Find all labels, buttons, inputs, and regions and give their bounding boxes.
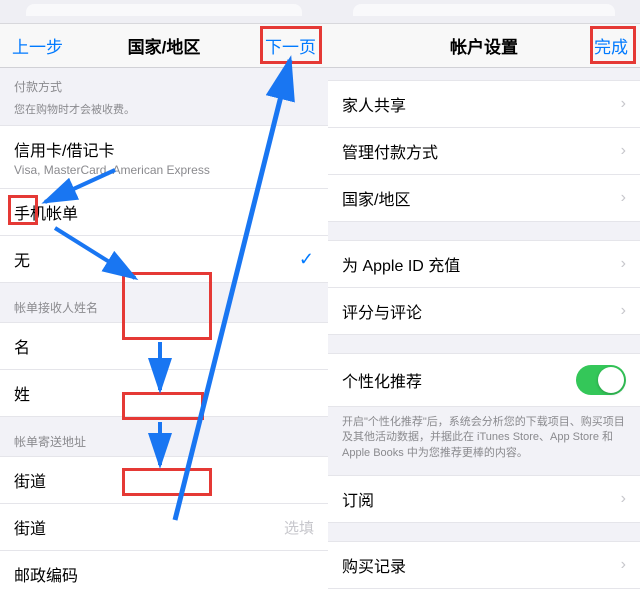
navbar-left: 上一步 国家/地区 下一页	[0, 24, 328, 68]
personal-reco-desc: 开启"个性化推荐"后，系统会分析您的下载项目、购买项目及其他活动数据，并据此在 …	[328, 407, 640, 475]
purchase-history-label: 购买记录	[342, 553, 406, 577]
reviews-row[interactable]: 评分与评论 ›	[328, 287, 640, 334]
payment-carrier-label: 手机帐单	[14, 200, 78, 224]
topup-label: 为 Apple ID 充值	[342, 252, 460, 276]
done-button[interactable]: 完成	[594, 33, 628, 58]
chevron-icon: ›	[621, 255, 626, 273]
chevron-icon: ›	[621, 95, 626, 113]
check-icon: ✓	[299, 249, 314, 270]
payment-header: 付款方式	[0, 68, 328, 101]
subscriptions-row[interactable]: 订阅 ›	[328, 475, 640, 522]
payment-none-label: 无	[14, 247, 30, 271]
family-row[interactable]: 家人共享 ›	[328, 80, 640, 127]
back-button[interactable]: 上一步	[12, 33, 63, 58]
chevron-icon: ›	[621, 302, 626, 320]
personal-reco-toggle[interactable]	[576, 365, 626, 395]
reviews-label: 评分与评论	[342, 299, 422, 323]
street2-field[interactable]: 街道 选填	[0, 503, 328, 550]
postal-label: 邮政编码	[14, 562, 78, 586]
last-name-label: 姓	[14, 381, 30, 405]
purchase-history-row[interactable]: 购买记录 ›	[328, 541, 640, 588]
street1-label: 街道	[14, 468, 46, 492]
street2-label: 街道	[14, 515, 46, 539]
first-name-field[interactable]: 名	[0, 322, 328, 369]
postal-field[interactable]: 邮政编码	[0, 550, 328, 589]
next-button[interactable]: 下一页	[265, 33, 316, 58]
chevron-icon: ›	[621, 189, 626, 207]
country-region-label: 国家/地区	[342, 186, 410, 210]
last-name-field[interactable]: 姓	[0, 369, 328, 416]
chevron-icon: ›	[621, 142, 626, 160]
payment-credit-label: 信用卡/借记卡	[14, 137, 210, 161]
street2-hint: 选填	[274, 517, 314, 538]
shipping-header: 帐单寄送地址	[0, 417, 328, 456]
family-label: 家人共享	[342, 92, 406, 116]
chevron-icon: ›	[621, 490, 626, 508]
topup-row[interactable]: 为 Apple ID 充值 ›	[328, 240, 640, 287]
recipient-header: 帐单接收人姓名	[0, 283, 328, 322]
manage-payment-label: 管理付款方式	[342, 139, 438, 163]
payment-credit[interactable]: 信用卡/借记卡 Visa, MasterCard, American Expre…	[0, 125, 328, 188]
personal-reco-label: 个性化推荐	[342, 368, 422, 392]
street1-field[interactable]: 街道	[0, 456, 328, 503]
manage-payment-row[interactable]: 管理付款方式 ›	[328, 127, 640, 174]
payment-carrier[interactable]: 手机帐单	[0, 188, 328, 235]
chevron-icon: ›	[621, 556, 626, 574]
navbar-right: 帐户设置 完成	[328, 24, 640, 68]
subscriptions-label: 订阅	[342, 487, 374, 511]
payment-none[interactable]: 无 ✓	[0, 235, 328, 282]
payment-sub: 您在购物时才会被收费。	[0, 101, 328, 125]
payment-credit-desc: Visa, MasterCard, American Express	[14, 163, 210, 177]
personal-reco-row: 个性化推荐	[328, 353, 640, 406]
country-region-row[interactable]: 国家/地区 ›	[328, 174, 640, 221]
first-name-label: 名	[14, 334, 30, 358]
